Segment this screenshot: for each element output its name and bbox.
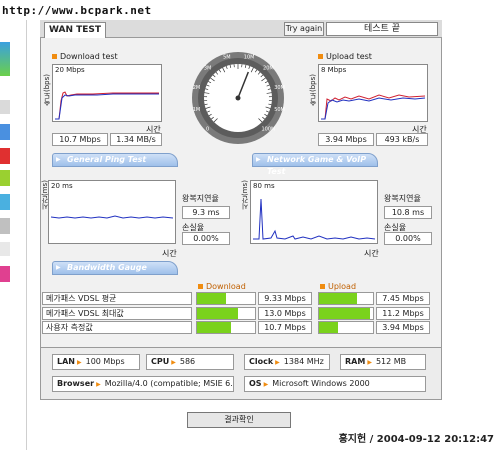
speedometer-tick-label: 50M <box>274 107 285 113</box>
test-status: 테스트 끝 <box>326 22 438 36</box>
download-gauge-value: 9.33 Mbps <box>258 292 312 305</box>
download-yaxis-label: 속도(bps) <box>43 74 51 106</box>
game-ymax: 80 ms <box>253 182 275 190</box>
clock-info: Clock ▶ 1384 MHz <box>244 354 330 370</box>
try-again-button[interactable]: Try again <box>284 22 324 36</box>
upload-gauge-bar <box>318 321 374 334</box>
bullet-icon <box>198 284 203 289</box>
arrow-right-icon: ▶ <box>263 381 269 388</box>
arrow-right-icon: ▶ <box>96 381 101 388</box>
network-game-voip-test-bar[interactable]: Network Game & VoIP Test <box>252 153 378 176</box>
speedometer-tick-label: 100M <box>261 126 275 132</box>
site-url: http://www.bcpark.net <box>2 4 152 17</box>
left-strip-image <box>0 100 10 114</box>
os-info: OS ▶ Microsoft Windows 2000 <box>244 376 426 392</box>
left-strip-image <box>0 218 10 234</box>
download-gauge-bar <box>196 307 256 320</box>
game-delay-label: 왕복지연율 <box>384 194 421 203</box>
upload-title: Upload test <box>318 52 372 61</box>
speedometer-gauge: 0 1M 2M 3M 5M 10M 20M 30M 50M 100M <box>190 50 286 146</box>
footer-author-date: 홍지헌 / 2004-09-12 20:12:47 <box>338 434 494 445</box>
ping-ymax: 20 ms <box>51 182 73 190</box>
upload-gauge-bar <box>318 292 374 305</box>
game-yaxis-label: 시간(ms) <box>241 180 249 210</box>
upload-gauge-fill <box>319 308 371 319</box>
upload-yaxis-label: 속도(bps) <box>309 74 317 106</box>
download-gauge-bar <box>196 321 256 334</box>
ping-delay-value: 9.3 ms <box>182 206 230 219</box>
left-strip-image <box>0 194 10 210</box>
download-graph: 20 Mbps <box>52 64 162 122</box>
bullet-icon <box>320 284 325 289</box>
download-ymax: 20 Mbps <box>55 66 85 74</box>
arrow-right-icon: ▶ <box>367 359 372 366</box>
ping-graph: 20 ms <box>48 180 176 244</box>
upload-gauge-fill <box>319 322 338 333</box>
speedometer-tick-label: 10M <box>244 54 255 60</box>
speedometer-tick-label: 30M <box>274 85 285 91</box>
speedometer-tick-label: 1M <box>193 107 201 113</box>
gauge-row-label: 메가패스 VDSL 평균 <box>42 292 192 305</box>
download-gauge-value: 10.7 Mbps <box>258 321 312 334</box>
frame-divider <box>26 20 27 450</box>
speedometer-tick-label: 20M <box>263 66 274 72</box>
cpu-info: CPU ▶ 586 <box>146 354 234 370</box>
arrow-right-icon: ▶ <box>171 359 176 366</box>
upload-speed: 3.94 Mbps <box>318 133 374 146</box>
download-gauge-fill <box>197 322 231 333</box>
bullet-icon <box>52 54 57 59</box>
upload-graph: 8 Mbps <box>318 64 428 122</box>
bullet-icon <box>318 54 323 59</box>
ping-delay-label: 왕복지연율 <box>182 194 219 203</box>
download-speed: 10.7 Mbps <box>52 133 108 146</box>
arrow-right-icon: ▶ <box>275 359 280 366</box>
speedometer-tick-label: 0 <box>206 126 209 132</box>
left-strip-image <box>0 124 10 140</box>
upload-gauge-value: 11.2 Mbps <box>376 307 430 320</box>
game-graph: 80 ms <box>250 180 378 244</box>
left-strip-image <box>0 242 10 256</box>
arrow-right-icon: ▶ <box>76 359 82 366</box>
left-strip-image <box>0 42 10 76</box>
speedometer-tick-label: 2M <box>193 85 201 91</box>
left-strip-image <box>0 266 10 282</box>
download-gauge-bar <box>196 292 256 305</box>
ping-xaxis-label: 시간 <box>162 249 177 258</box>
download-gauge-value: 13.0 Mbps <box>258 307 312 320</box>
speedometer-tick-label: 3M <box>204 66 212 72</box>
upload-gauge-value: 7.45 Mbps <box>376 292 430 305</box>
ram-info: RAM ▶ 512 MB <box>340 354 426 370</box>
download-title: Download test <box>52 52 118 61</box>
left-strip-image <box>0 148 10 164</box>
browser-info: Browser ▶ Mozilla/4.0 (compatible; MSIE 6.… <box>52 376 234 392</box>
upload-ymax: 8 Mbps <box>321 66 347 74</box>
gauge-row-label: 메가패스 VDSL 최대값 <box>42 307 192 320</box>
lan-info: LAN ▶ 100 Mbps <box>52 354 140 370</box>
result-check-button[interactable]: 결과확인 <box>187 412 291 428</box>
gauge-row-label: 사용자 측정값 <box>42 321 192 334</box>
upload-gauge-value: 3.94 Mbps <box>376 321 430 334</box>
upload-gauge-bar <box>318 307 374 320</box>
left-strip-image <box>0 170 10 186</box>
upload-bytes: 493 kB/s <box>376 133 428 146</box>
ping-loss-value: 0.00% <box>182 232 230 245</box>
tab-wan-test[interactable]: WAN TEST <box>44 22 106 38</box>
gauge-upload-header: Upload <box>320 282 356 291</box>
general-ping-test-bar[interactable]: General Ping Test <box>52 153 178 167</box>
download-bytes: 1.34 MB/s <box>110 133 162 146</box>
gauge-download-header: Download <box>198 282 246 291</box>
download-gauge-fill <box>197 293 226 304</box>
upload-gauge-fill <box>319 293 357 304</box>
bandwidth-gauge-bar[interactable]: Bandwidth Gauge <box>52 261 178 275</box>
download-gauge-fill <box>197 308 238 319</box>
game-xaxis-label: 시간 <box>364 249 379 258</box>
speedometer-tick-label: 5M <box>223 54 231 60</box>
game-delay-value: 10.8 ms <box>384 206 432 219</box>
game-loss-value: 0.00% <box>384 232 432 245</box>
